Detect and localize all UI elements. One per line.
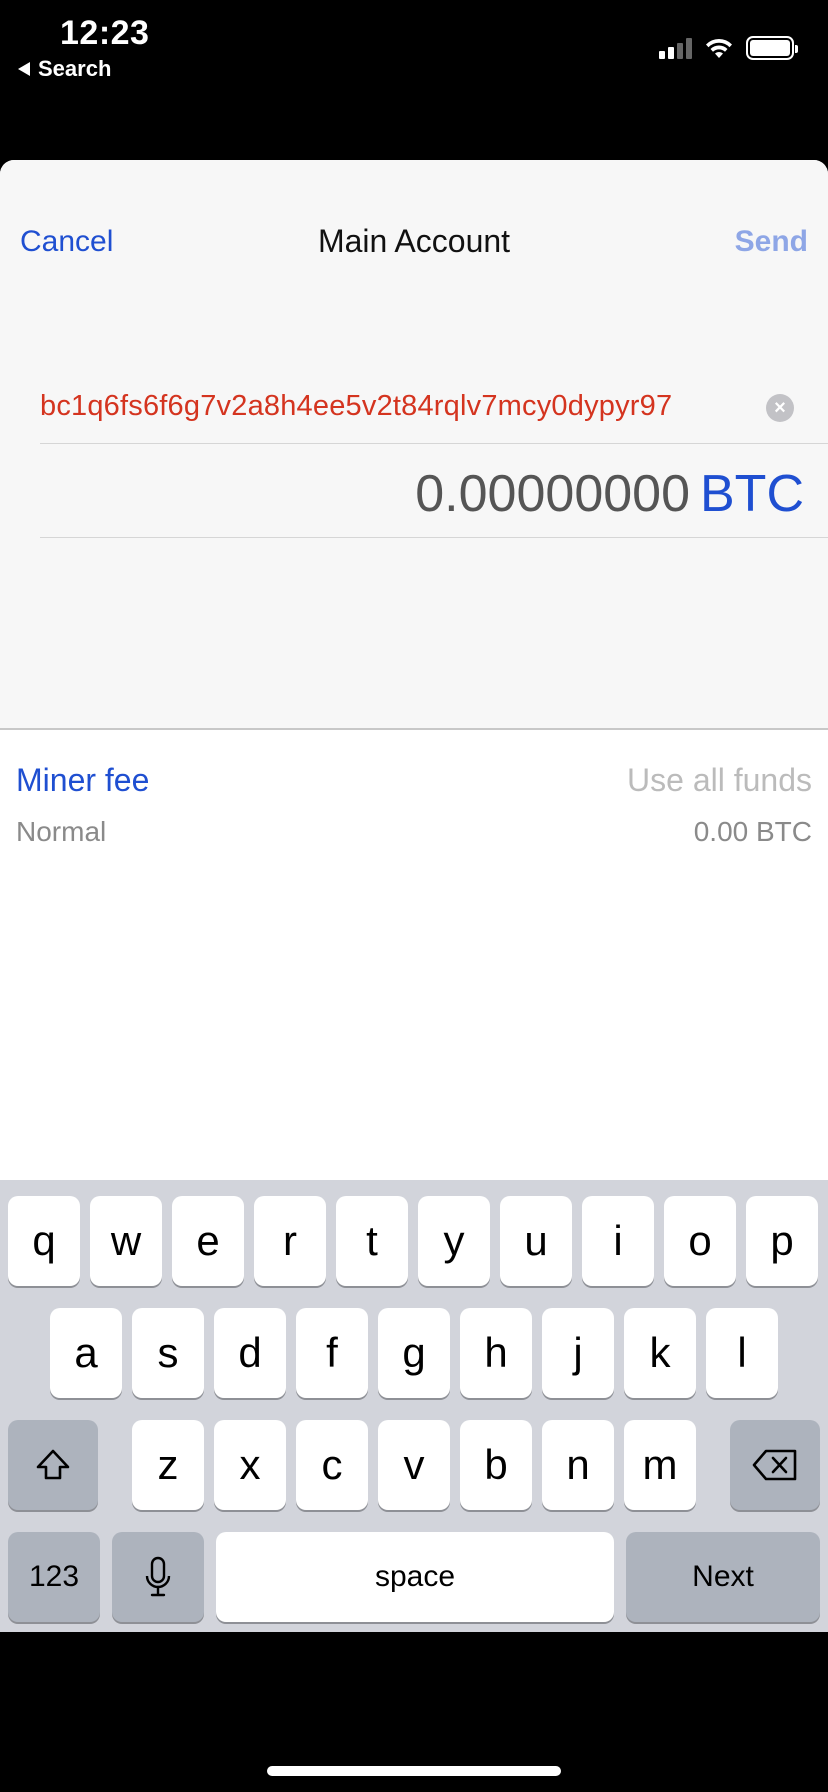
amount-field[interactable]: 0.00000000 BTC	[40, 450, 828, 538]
wifi-icon	[706, 38, 732, 58]
key-p[interactable]: p	[746, 1196, 818, 1286]
dictation-key[interactable]	[112, 1532, 204, 1622]
key-k[interactable]: k	[624, 1308, 696, 1398]
key-u[interactable]: u	[500, 1196, 572, 1286]
send-form-area: Cancel Main Account Send bc1q6fs6f6g7v2a…	[0, 160, 828, 730]
key-r[interactable]: r	[254, 1196, 326, 1286]
key-d[interactable]: d	[214, 1308, 286, 1398]
send-button[interactable]: Send	[735, 225, 808, 259]
key-b[interactable]: b	[460, 1420, 532, 1510]
key-x[interactable]: x	[214, 1420, 286, 1510]
fee-speed-value: Normal	[16, 816, 107, 847]
shift-arrow-icon	[36, 1449, 70, 1480]
key-n[interactable]: n	[542, 1420, 614, 1510]
clear-icon[interactable]: ×	[766, 394, 794, 422]
key-o[interactable]: o	[664, 1196, 736, 1286]
signal-icon	[659, 37, 692, 59]
status-bar: 12:23 Search	[0, 0, 828, 100]
key-m[interactable]: m	[624, 1420, 696, 1510]
backspace-icon	[752, 1449, 797, 1481]
key-e[interactable]: e	[172, 1196, 244, 1286]
key-a[interactable]: a	[50, 1308, 122, 1398]
key-y[interactable]: y	[418, 1196, 490, 1286]
delete-key[interactable]	[730, 1420, 820, 1510]
status-icons	[659, 36, 798, 60]
back-arrow-icon	[18, 62, 30, 76]
address-input[interactable]: bc1q6fs6f6g7v2a8h4ee5v2t84rqlv7mcy0dypyr…	[40, 390, 672, 423]
amount-unit-toggle[interactable]: BTC	[700, 465, 804, 523]
keyboard: q w e r t y u i o p a s d f g h j k l z …	[0, 1180, 828, 1632]
numbers-key[interactable]: 123	[8, 1532, 100, 1622]
miner-fee-button[interactable]: Miner fee	[16, 762, 149, 799]
key-c[interactable]: c	[296, 1420, 368, 1510]
status-time: 12:23	[60, 14, 150, 52]
key-h[interactable]: h	[460, 1308, 532, 1398]
bottom-bar	[0, 1632, 828, 1792]
microphone-icon	[145, 1556, 171, 1597]
key-g[interactable]: g	[378, 1308, 450, 1398]
key-f[interactable]: f	[296, 1308, 368, 1398]
address-field[interactable]: bc1q6fs6f6g7v2a8h4ee5v2t84rqlv7mcy0dypyr…	[40, 378, 828, 444]
amount-input[interactable]: 0.00000000	[415, 465, 690, 523]
use-all-funds-button[interactable]: Use all funds	[627, 762, 812, 799]
key-i[interactable]: i	[582, 1196, 654, 1286]
key-v[interactable]: v	[378, 1420, 450, 1510]
shift-key[interactable]	[8, 1420, 98, 1510]
home-indicator[interactable]	[267, 1766, 561, 1776]
key-t[interactable]: t	[336, 1196, 408, 1286]
key-s[interactable]: s	[132, 1308, 204, 1398]
space-key[interactable]: space	[216, 1532, 614, 1622]
fee-amount-value: 0.00 BTC	[693, 816, 812, 847]
back-to-search-link[interactable]: Search	[18, 56, 111, 82]
key-q[interactable]: q	[8, 1196, 80, 1286]
battery-icon	[746, 36, 798, 60]
key-z[interactable]: z	[132, 1420, 204, 1510]
next-key[interactable]: Next	[626, 1532, 820, 1622]
page-title: Main Account	[317, 223, 511, 259]
key-l[interactable]: l	[706, 1308, 778, 1398]
send-sheet: Cancel Main Account Send bc1q6fs6f6g7v2a…	[0, 160, 828, 1632]
key-j[interactable]: j	[542, 1308, 614, 1398]
key-w[interactable]: w	[90, 1196, 162, 1286]
back-label: Search	[38, 56, 112, 81]
